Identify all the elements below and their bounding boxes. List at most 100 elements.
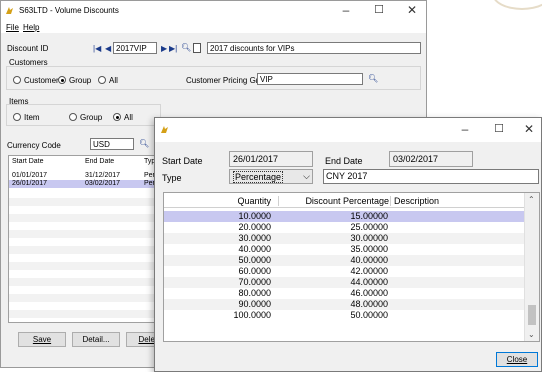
minimize-icon[interactable]: – [450, 122, 480, 136]
scroll-up-icon[interactable]: ⌃ [528, 195, 535, 204]
row-quantity: 30.0000 [238, 233, 271, 243]
customer-pricing-group-input[interactable]: VIP [257, 73, 363, 85]
table-row[interactable]: 60.0000 42.00000 [164, 266, 525, 277]
row-discount: 15.00000 [350, 211, 388, 221]
row-end: 03/02/2017 [85, 180, 121, 187]
close-icon[interactable]: ✕ [514, 122, 542, 136]
table-row[interactable]: 20.0000 25.00000 [164, 222, 525, 233]
group-radio-label: Group [69, 76, 92, 85]
table-row[interactable]: 80.0000 46.00000 [164, 288, 525, 299]
type-description-input[interactable]: CNY 2017 [323, 169, 539, 184]
discount-description-input[interactable]: 2017 discounts for VIPs [207, 42, 421, 54]
table-row[interactable]: 10.0000 15.00000 [164, 211, 525, 222]
items-all-radio[interactable] [113, 113, 121, 121]
search-icon[interactable]: 🔍︎ [181, 43, 191, 52]
next-record-icon[interactable]: ▶ [161, 44, 167, 53]
search-icon[interactable]: 🔍︎ [368, 74, 378, 83]
row-discount: 48.00000 [350, 299, 388, 309]
row-discount: 42.00000 [350, 266, 388, 276]
empty-row-stripes [9, 190, 157, 322]
menu-help[interactable]: Help [23, 23, 39, 32]
quantity-discount-grid: Quantity Discount Percentage Description… [163, 192, 540, 342]
first-record-icon[interactable]: |◀ [93, 44, 101, 53]
col-description[interactable]: Description [390, 196, 444, 206]
prev-record-icon[interactable]: ◀ [105, 44, 111, 53]
type-label: Type [162, 173, 182, 183]
items-group-radio-label: Group [80, 113, 103, 122]
all-radio[interactable] [98, 76, 106, 84]
row-discount: 50.00000 [350, 310, 388, 320]
end-date-label: End Date [325, 156, 363, 166]
col-start-date[interactable]: Start Date [12, 158, 44, 165]
row-quantity: 100.0000 [233, 310, 271, 320]
currency-code-label: Currency Code [7, 141, 61, 150]
row-discount: 25.00000 [350, 222, 388, 232]
type-select-value: Percentage [233, 171, 284, 183]
row-discount: 40.00000 [350, 255, 388, 265]
item-radio-label: Item [24, 113, 40, 122]
row-quantity: 50.0000 [238, 255, 271, 265]
col-end-date[interactable]: End Date [85, 158, 114, 165]
app-icon [160, 125, 169, 134]
table-row[interactable]: 01/01/2017 31/12/2017 Perc [9, 172, 157, 180]
type-select[interactable]: Percentage ⌵ [229, 169, 313, 184]
customer-radio-label: Customer [24, 76, 59, 85]
currency-code-input[interactable]: USD [90, 138, 134, 150]
scroll-down-icon[interactable]: ⌄ [528, 330, 535, 339]
col-quantity[interactable]: Quantity [184, 196, 271, 206]
items-group-radio[interactable] [69, 113, 77, 121]
item-radio[interactable] [13, 113, 21, 121]
window-title: S63LTD - Volume Discounts [19, 6, 119, 15]
search-icon[interactable]: 🔍︎ [139, 139, 149, 148]
all-radio-label: All [109, 76, 118, 85]
table-row[interactable]: 30.0000 30.00000 [164, 233, 525, 244]
detail-button[interactable]: Detail... [72, 332, 120, 347]
table-row[interactable]: 50.0000 40.00000 [164, 255, 525, 266]
maximize-icon[interactable]: ☐ [484, 122, 514, 135]
logo-fragment [492, 0, 542, 10]
table-row[interactable]: 40.0000 35.00000 [164, 244, 525, 255]
row-discount: 35.00000 [350, 244, 388, 254]
grid-header: Quantity Discount Percentage Description [164, 193, 525, 208]
start-date-field: 26/01/2017 [229, 151, 313, 167]
new-record-icon[interactable] [193, 43, 201, 53]
table-row[interactable]: 26/01/2017 03/02/2017 Perc [9, 180, 157, 188]
menu-bar: File Help [1, 21, 426, 33]
discount-id-label: Discount ID [7, 44, 49, 53]
app-icon [5, 6, 14, 15]
row-quantity: 70.0000 [238, 277, 271, 287]
table-row[interactable]: 90.0000 48.00000 [164, 299, 525, 310]
grid-header: Start Date End Date Typ [9, 158, 157, 168]
row-quantity: 10.0000 [238, 211, 271, 221]
items-all-radio-label: All [124, 113, 133, 122]
dropdown-icon[interactable]: ⌵ [303, 171, 310, 182]
row-end: 31/12/2017 [85, 172, 121, 179]
row-quantity: 90.0000 [238, 299, 271, 309]
last-record-icon[interactable]: ▶| [169, 44, 177, 53]
detail-title-bar: – ☐ ✕ [155, 118, 541, 142]
menu-file[interactable]: File [6, 23, 19, 32]
save-button[interactable]: Save [18, 332, 66, 347]
close-button[interactable]: Close [496, 352, 538, 367]
row-start: 26/01/2017 [12, 180, 48, 187]
row-discount: 44.00000 [350, 277, 388, 287]
customer-radio[interactable] [13, 76, 21, 84]
row-discount: 46.00000 [350, 288, 388, 298]
table-row[interactable]: 70.0000 44.00000 [164, 277, 525, 288]
table-row[interactable]: 100.0000 50.00000 [164, 310, 525, 321]
close-icon[interactable]: ✕ [397, 3, 427, 17]
grid-scrollbar[interactable]: ⌃ ⌄ [524, 193, 539, 341]
title-bar: S63LTD - Volume Discounts – ☐ ✕ [1, 1, 426, 21]
row-discount: 30.00000 [350, 233, 388, 243]
discount-detail-window: – ☐ ✕ Start Date 26/01/2017 End Date 03/… [154, 117, 542, 372]
grid-body: 10.0000 15.00000 20.0000 25.00000 30.000… [164, 211, 525, 341]
minimize-icon[interactable]: – [331, 3, 361, 17]
scrollbar-thumb[interactable] [528, 305, 536, 325]
start-date-label: Start Date [162, 156, 203, 166]
col-discount-percentage[interactable]: Discount Percentage [278, 196, 389, 206]
group-radio[interactable] [58, 76, 66, 84]
row-quantity: 40.0000 [238, 244, 271, 254]
row-quantity: 60.0000 [238, 266, 271, 276]
discount-id-input[interactable]: 2017VIP [113, 42, 157, 54]
maximize-icon[interactable]: ☐ [364, 3, 394, 16]
